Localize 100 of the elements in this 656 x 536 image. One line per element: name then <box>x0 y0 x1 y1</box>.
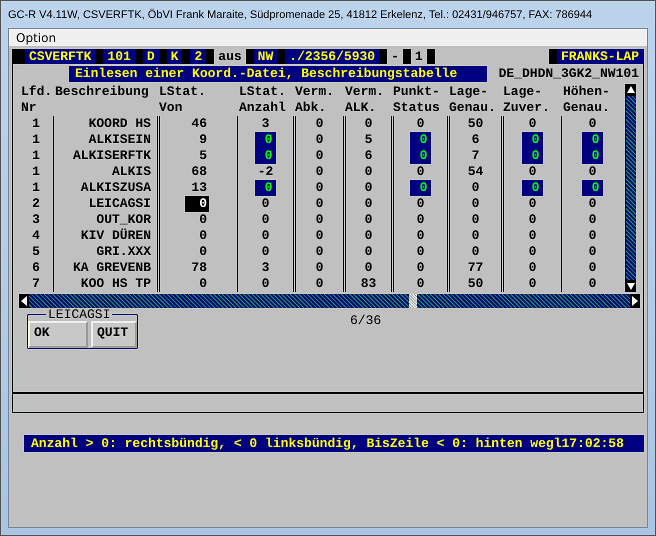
table-cell[interactable]: 4 <box>30 228 42 244</box>
table-cell[interactable]: 0 <box>470 244 482 260</box>
table-cell[interactable]: 5 <box>197 148 209 164</box>
table-cell[interactable]: 3 <box>260 260 272 276</box>
table-cell[interactable]: 83 <box>358 276 378 292</box>
table-cell[interactable]: 0 <box>260 212 272 228</box>
table-cell[interactable]: 0 <box>197 228 209 244</box>
table-cell[interactable]: 6 <box>30 260 42 276</box>
table-cell[interactable]: ALKIS <box>110 164 153 180</box>
table-cell[interactable]: 0 <box>314 244 326 260</box>
table-cell[interactable]: ALKISZUSA <box>78 180 153 196</box>
table-cell[interactable]: 0 <box>586 260 598 276</box>
table-cell[interactable]: 1 <box>30 132 42 148</box>
table-cell[interactable]: 0 <box>582 148 604 164</box>
table-cell[interactable]: 1 <box>30 180 42 196</box>
table-cell[interactable]: 0 <box>414 244 426 260</box>
table-cell[interactable]: 0 <box>362 244 374 260</box>
table-cell[interactable]: 0 <box>414 228 426 244</box>
table-cell[interactable]: 0 <box>410 180 432 196</box>
table-cell[interactable]: 0 <box>314 196 326 212</box>
up-arrow-icon[interactable] <box>626 84 636 96</box>
table-cell[interactable]: 0 <box>586 276 598 292</box>
table-cell[interactable]: 9 <box>197 132 209 148</box>
down-arrow-icon[interactable] <box>626 280 636 292</box>
table-cell[interactable]: 0 <box>414 260 426 276</box>
table-cell[interactable]: 0 <box>260 228 272 244</box>
table-cell[interactable]: 0 <box>314 148 326 164</box>
table-cell[interactable]: 50 <box>466 276 486 292</box>
table-cell[interactable]: 1 <box>30 148 42 164</box>
table-cell[interactable]: 50 <box>466 116 486 132</box>
table-cell[interactable]: 0 <box>314 276 326 292</box>
table-cell[interactable]: 0 <box>197 212 209 228</box>
table-cell[interactable]: 77 <box>466 260 486 276</box>
table-cell[interactable]: 0 <box>314 116 326 132</box>
scroll-thumb[interactable] <box>409 294 417 308</box>
table-cell[interactable]: 0 <box>582 180 604 196</box>
table-cell[interactable]: 0 <box>362 164 374 180</box>
table-cell[interactable]: 0 <box>470 228 482 244</box>
table-cell[interactable]: 5 <box>362 132 374 148</box>
table-cell[interactable]: 0 <box>526 212 538 228</box>
table-cell[interactable]: GRI.XXX <box>94 244 153 260</box>
table-cell[interactable]: 1 <box>30 164 42 180</box>
table-cell[interactable]: 13 <box>189 180 209 196</box>
table-cell[interactable]: 0 <box>522 132 544 148</box>
table-cell[interactable]: 46 <box>189 116 209 132</box>
dialog-button[interactable]: QUIT <box>91 321 137 348</box>
table-cell[interactable]: 0 <box>254 132 276 148</box>
table-cell[interactable]: 0 <box>586 228 598 244</box>
table-cell[interactable]: 0 <box>197 276 209 292</box>
table-cell[interactable]: 0 <box>314 212 326 228</box>
table-cell[interactable]: 0 <box>586 212 598 228</box>
table-cell[interactable]: 0 <box>314 164 326 180</box>
table-cell[interactable]: 0 <box>526 196 538 212</box>
table-cell[interactable]: 0 <box>414 212 426 228</box>
table-cell[interactable]: 0 <box>254 180 276 196</box>
dialog-button[interactable]: OK <box>28 321 88 348</box>
left-arrow-icon[interactable] <box>19 294 29 308</box>
horizontal-scrollbar[interactable] <box>19 294 640 308</box>
table-cell[interactable]: 0 <box>314 260 326 276</box>
table-cell[interactable]: 0 <box>526 244 538 260</box>
table-cell[interactable]: 3 <box>260 116 272 132</box>
table-cell[interactable]: 0 <box>526 228 538 244</box>
table-cell[interactable]: 0 <box>414 276 426 292</box>
table-cell[interactable]: 68 <box>189 164 209 180</box>
table-cell[interactable]: ALKISERFTK <box>70 148 153 164</box>
table-cell[interactable]: 0 <box>586 244 598 260</box>
table-cell[interactable]: 0 <box>586 116 598 132</box>
table-cell[interactable]: 0 <box>362 196 374 212</box>
right-arrow-icon[interactable] <box>630 294 640 308</box>
table-cell[interactable]: 0 <box>582 132 604 148</box>
table-cell[interactable]: 6 <box>362 148 374 164</box>
table-cell[interactable]: 0 <box>314 228 326 244</box>
table-cell[interactable]: 0 <box>586 164 598 180</box>
table-cell[interactable]: 0 <box>314 180 326 196</box>
table-cell[interactable]: KIV DÜREN <box>78 228 153 244</box>
table-cell[interactable]: 0 <box>410 148 432 164</box>
table-cell[interactable]: 0 <box>414 164 426 180</box>
table-cell[interactable]: 54 <box>466 164 486 180</box>
table-cell[interactable]: 0 <box>362 116 374 132</box>
table-cell[interactable]: 3 <box>30 212 42 228</box>
table-cell[interactable]: 0 <box>586 196 598 212</box>
table-cell[interactable]: 1 <box>30 116 42 132</box>
table-cell[interactable]: 7 <box>470 148 482 164</box>
table-cell[interactable]: 0 <box>362 260 374 276</box>
table-cell[interactable]: KOORD HS <box>86 116 153 132</box>
table-cell[interactable]: 0 <box>414 116 426 132</box>
table-cell[interactable]: KA GREVENB <box>70 260 153 276</box>
table-cell[interactable]: 0 <box>254 148 276 164</box>
table-cell[interactable]: 0 <box>414 196 426 212</box>
table-cell[interactable]: 2 <box>30 196 42 212</box>
table-cell[interactable]: 5 <box>30 244 42 260</box>
table-cell[interactable]: -2 <box>256 164 276 180</box>
table-cell[interactable]: 0 <box>522 180 544 196</box>
table-cell[interactable]: 0 <box>185 196 209 212</box>
table-cell[interactable]: 0 <box>410 132 432 148</box>
table-cell[interactable]: KOO HS TP <box>78 276 153 292</box>
table-cell[interactable]: 0 <box>522 148 544 164</box>
menu-item[interactable]: Option <box>13 30 60 44</box>
table-cell[interactable]: 0 <box>260 196 272 212</box>
table-cell[interactable]: 0 <box>526 276 538 292</box>
